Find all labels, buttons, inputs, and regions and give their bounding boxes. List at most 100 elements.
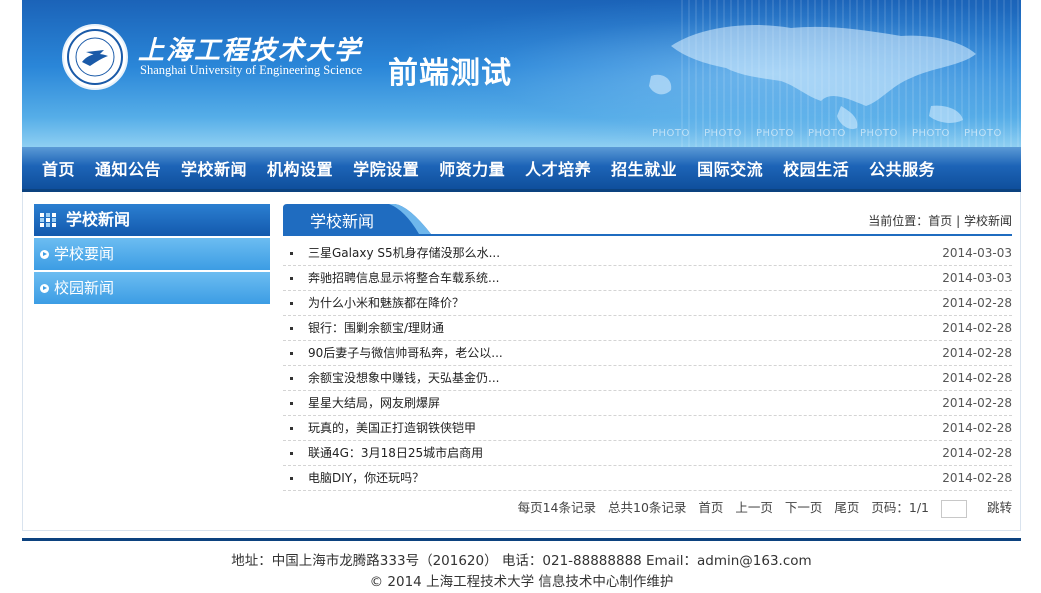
arrow-circle-icon — [40, 250, 49, 259]
footer-divider — [22, 538, 1021, 541]
pager-jump-button[interactable]: 跳转 — [987, 500, 1012, 515]
section-title: 学校新闻 — [310, 212, 375, 231]
page-jump-input[interactable] — [941, 499, 967, 518]
article-date: 2014-02-28 — [942, 321, 1012, 335]
bullet-icon — [290, 452, 293, 455]
pager-page-info: 页码：1/1 — [871, 500, 930, 515]
list-item: 星星大结局，网友刷爆屏 2014-02-28 — [283, 391, 1012, 416]
sidebar-item-label: 校园新闻 — [54, 279, 115, 297]
school-name-en: Shanghai University of Engineering Scien… — [140, 63, 363, 77]
nav-item[interactable]: 招生就业 — [601, 156, 687, 180]
main-content: 学校新闻 当前位置：首页 | 学校新闻 三星Galaxy S5机身存储没那么水.… — [283, 204, 1012, 518]
article-title-link[interactable]: 银行：围剿余额宝/理财通 — [308, 316, 444, 340]
bullet-icon — [290, 302, 293, 305]
nav-item[interactable]: 人才培养 — [515, 156, 601, 180]
article-date: 2014-03-03 — [942, 271, 1012, 285]
article-date: 2014-02-28 — [942, 446, 1012, 460]
bullet-icon — [290, 252, 293, 255]
photo-label: PHOTO — [808, 128, 846, 139]
list-item: 为什么小米和魅族都在降价？ 2014-02-28 — [283, 291, 1012, 316]
pagination: 每页14条记录 总共10条记录 首页 上一页 下一页 尾页 页码：1/1 跳转 — [510, 498, 1012, 518]
grid-squares-icon — [40, 213, 56, 227]
bullet-icon — [290, 352, 293, 355]
list-item: 联通4G：3月18日25城市启商用 2014-02-28 — [283, 441, 1012, 466]
article-title-link[interactable]: 玩真的，美国正打造钢铁侠铠甲 — [308, 416, 476, 440]
bullet-icon — [290, 402, 293, 405]
nav-list: 首页 通知公告 学校新闻 机构设置 学院设置 师资力量 人才培养 招生就业 国际交流 校园生活 公共… — [22, 147, 1021, 189]
article-title-link[interactable]: 奔驰招聘信息显示将整合车载系统... — [308, 266, 499, 290]
list-item: 电脑DIY，你还玩吗？ 2014-02-28 — [283, 466, 1012, 491]
bullet-icon — [290, 377, 293, 380]
sidebar-item-label: 学校要闻 — [54, 245, 115, 263]
arrow-circle-icon — [40, 284, 49, 293]
nav-item[interactable]: 国际交流 — [687, 156, 773, 180]
sidebar-items: 学校要闻 校园新闻 — [34, 238, 270, 304]
article-title-link[interactable]: 三星Galaxy S5机身存储没那么水... — [308, 241, 500, 265]
nav-item[interactable]: 通知公告 — [85, 156, 171, 180]
article-list: 三星Galaxy S5机身存储没那么水... 2014-03-03 奔驰招聘信息显示… — [283, 241, 1012, 491]
article-title-link[interactable]: 电脑DIY，你还玩吗？ — [308, 466, 424, 490]
article-date: 2014-02-28 — [942, 471, 1012, 485]
list-item: 余额宝没想象中赚钱，天弘基金仍... 2014-02-28 — [283, 366, 1012, 391]
nav-item[interactable]: 机构设置 — [257, 156, 343, 180]
article-title-link[interactable]: 余额宝没想象中赚钱，天弘基金仍... — [308, 366, 499, 390]
logo-emblem-icon — [67, 29, 123, 85]
sidebar-title: 学校新闻 — [66, 210, 131, 229]
article-title-link[interactable]: 星星大结局，网友刷爆屏 — [308, 391, 440, 415]
article-title-link[interactable]: 为什么小米和魅族都在降价？ — [308, 291, 464, 315]
footer-address: 地址：中国上海市龙腾路333号（201620） 电话：021-88888888 … — [231, 553, 812, 569]
main-navigation: 首页 通知公告 学校新闻 机构设置 学院设置 师资力量 人才培养 招生就业 国际交流 校园生活 公共… — [22, 147, 1021, 192]
pager-first-link[interactable]: 首页 — [698, 500, 723, 515]
sidebar-header: 学校新闻 — [34, 204, 270, 236]
list-item: 90后妻子与微信帅哥私奔，老公以... 2014-02-28 — [283, 341, 1012, 366]
world-map-graphic — [649, 25, 976, 130]
site-title: 前端测试 — [388, 56, 512, 91]
nav-item[interactable]: 首页 — [32, 156, 85, 180]
breadcrumb-prefix: 当前位置： — [868, 214, 929, 228]
site-footer: 地址：中国上海市龙腾路333号（201620） 电话：021-88888888 … — [22, 551, 1021, 593]
nav-item[interactable]: 学校新闻 — [171, 156, 257, 180]
pager-prev-link[interactable]: 上一页 — [735, 500, 773, 515]
pager-next-link[interactable]: 下一页 — [785, 500, 823, 515]
article-date: 2014-02-28 — [942, 396, 1012, 410]
article-date: 2014-03-03 — [942, 246, 1012, 260]
nav-item[interactable]: 公共服务 — [859, 156, 945, 180]
article-date: 2014-02-28 — [942, 421, 1012, 435]
footer-copyright: © 2014 上海工程技术大学 信息技术中心制作维护 — [369, 574, 674, 590]
content-frame: 学校新闻 学校要闻校园新闻 学校新闻 当前位置：首页 | 学校新闻 三星Gal — [22, 192, 1021, 531]
article-date: 2014-02-28 — [942, 296, 1012, 310]
photo-label: PHOTO — [964, 128, 1002, 139]
list-item: 奔驰招聘信息显示将整合车载系统... 2014-03-03 — [283, 266, 1012, 291]
bullet-icon — [290, 327, 293, 330]
pager-per-page: 每页14条记录 — [517, 500, 597, 515]
site-header: PHOTO PHOTO PHOTO PHOTO PHOTO PHOTO PHOTO 上海工程… — [22, 0, 1021, 147]
breadcrumb-home-link[interactable]: 首页 — [928, 214, 952, 228]
nav-item[interactable]: 校园生活 — [773, 156, 859, 180]
breadcrumb-current: 学校新闻 — [963, 214, 1012, 228]
article-title-link[interactable]: 90后妻子与微信帅哥私奔，老公以... — [308, 341, 503, 365]
nav-item[interactable]: 师资力量 — [429, 156, 515, 180]
sidebar-item[interactable]: 学校要闻 — [34, 238, 270, 270]
university-logo — [62, 24, 128, 90]
nav-item[interactable]: 学院设置 — [343, 156, 429, 180]
photo-label: PHOTO — [912, 128, 950, 139]
pager-last-link[interactable]: 尾页 — [834, 500, 859, 515]
photo-label: PHOTO — [860, 128, 898, 139]
pager-total: 总共10条记录 — [608, 500, 687, 515]
sidebar: 学校新闻 学校要闻校园新闻 — [34, 204, 270, 304]
article-date: 2014-02-28 — [942, 346, 1012, 360]
list-item: 银行：围剿余额宝/理财通 2014-02-28 — [283, 316, 1012, 341]
breadcrumb: 当前位置：首页 | 学校新闻 — [868, 212, 1012, 229]
photo-label: PHOTO — [652, 128, 690, 139]
article-title-link[interactable]: 联通4G：3月18日25城市启商用 — [308, 441, 483, 465]
sidebar-item[interactable]: 校园新闻 — [34, 272, 270, 304]
list-item: 三星Galaxy S5机身存储没那么水... 2014-03-03 — [283, 241, 1012, 266]
photo-label: PHOTO — [704, 128, 742, 139]
photo-label: PHOTO — [756, 128, 794, 139]
bullet-icon — [290, 427, 293, 430]
section-tab: 学校新闻 — [283, 204, 431, 234]
bullet-icon — [290, 277, 293, 280]
bullet-icon — [290, 477, 293, 480]
list-item: 玩真的，美国正打造钢铁侠铠甲 2014-02-28 — [283, 416, 1012, 441]
school-name-cn: 上海工程技术大学 — [138, 36, 363, 66]
